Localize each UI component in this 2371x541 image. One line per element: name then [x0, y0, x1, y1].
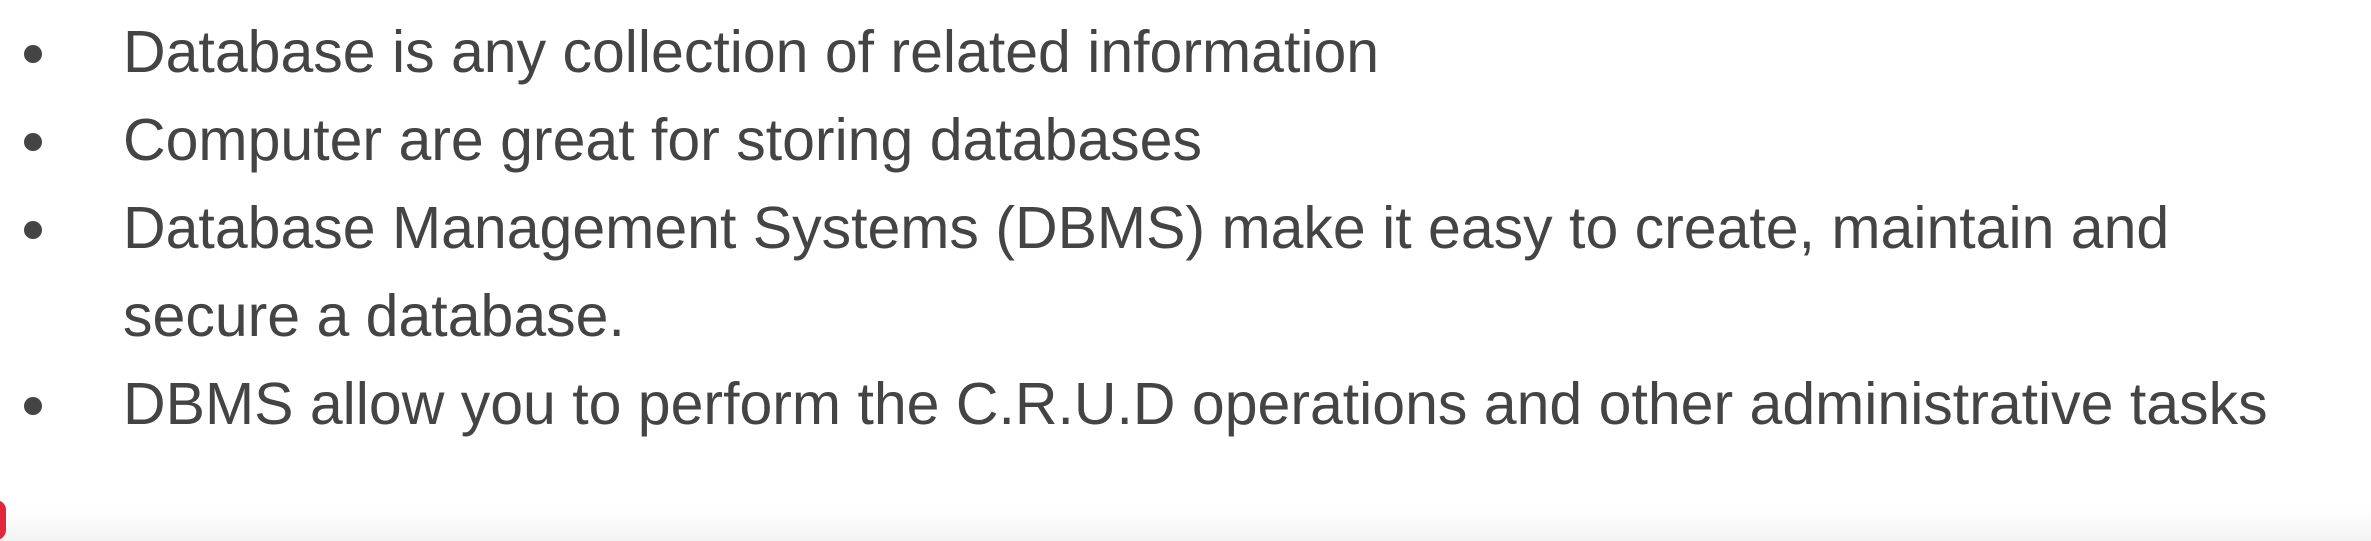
- bullet-item: Database Management Systems (DBMS) make …: [0, 184, 2371, 360]
- bullet-dot-icon: [24, 133, 42, 151]
- bullet-text: Database is any collection of related in…: [123, 19, 1380, 85]
- bullet-dot-icon: [24, 397, 42, 415]
- edge-marker: [0, 500, 6, 540]
- bullet-list: Database is any collection of related in…: [0, 8, 2371, 448]
- bullet-dot-icon: [24, 221, 42, 239]
- bullet-item: DBMS allow you to perform the C.R.U.D op…: [0, 360, 2371, 448]
- bullet-text: Computer are great for storing databases: [123, 107, 1202, 173]
- slide-content: Database is any collection of related in…: [0, 0, 2371, 541]
- bullet-dot-icon: [24, 45, 42, 63]
- bullet-text: Database Management Systems (DBMS) make …: [123, 195, 2170, 349]
- bullet-item: Computer are great for storing databases: [0, 96, 2371, 184]
- bullet-text: DBMS allow you to perform the C.R.U.D op…: [123, 371, 2268, 437]
- bullet-item: Database is any collection of related in…: [0, 8, 2371, 96]
